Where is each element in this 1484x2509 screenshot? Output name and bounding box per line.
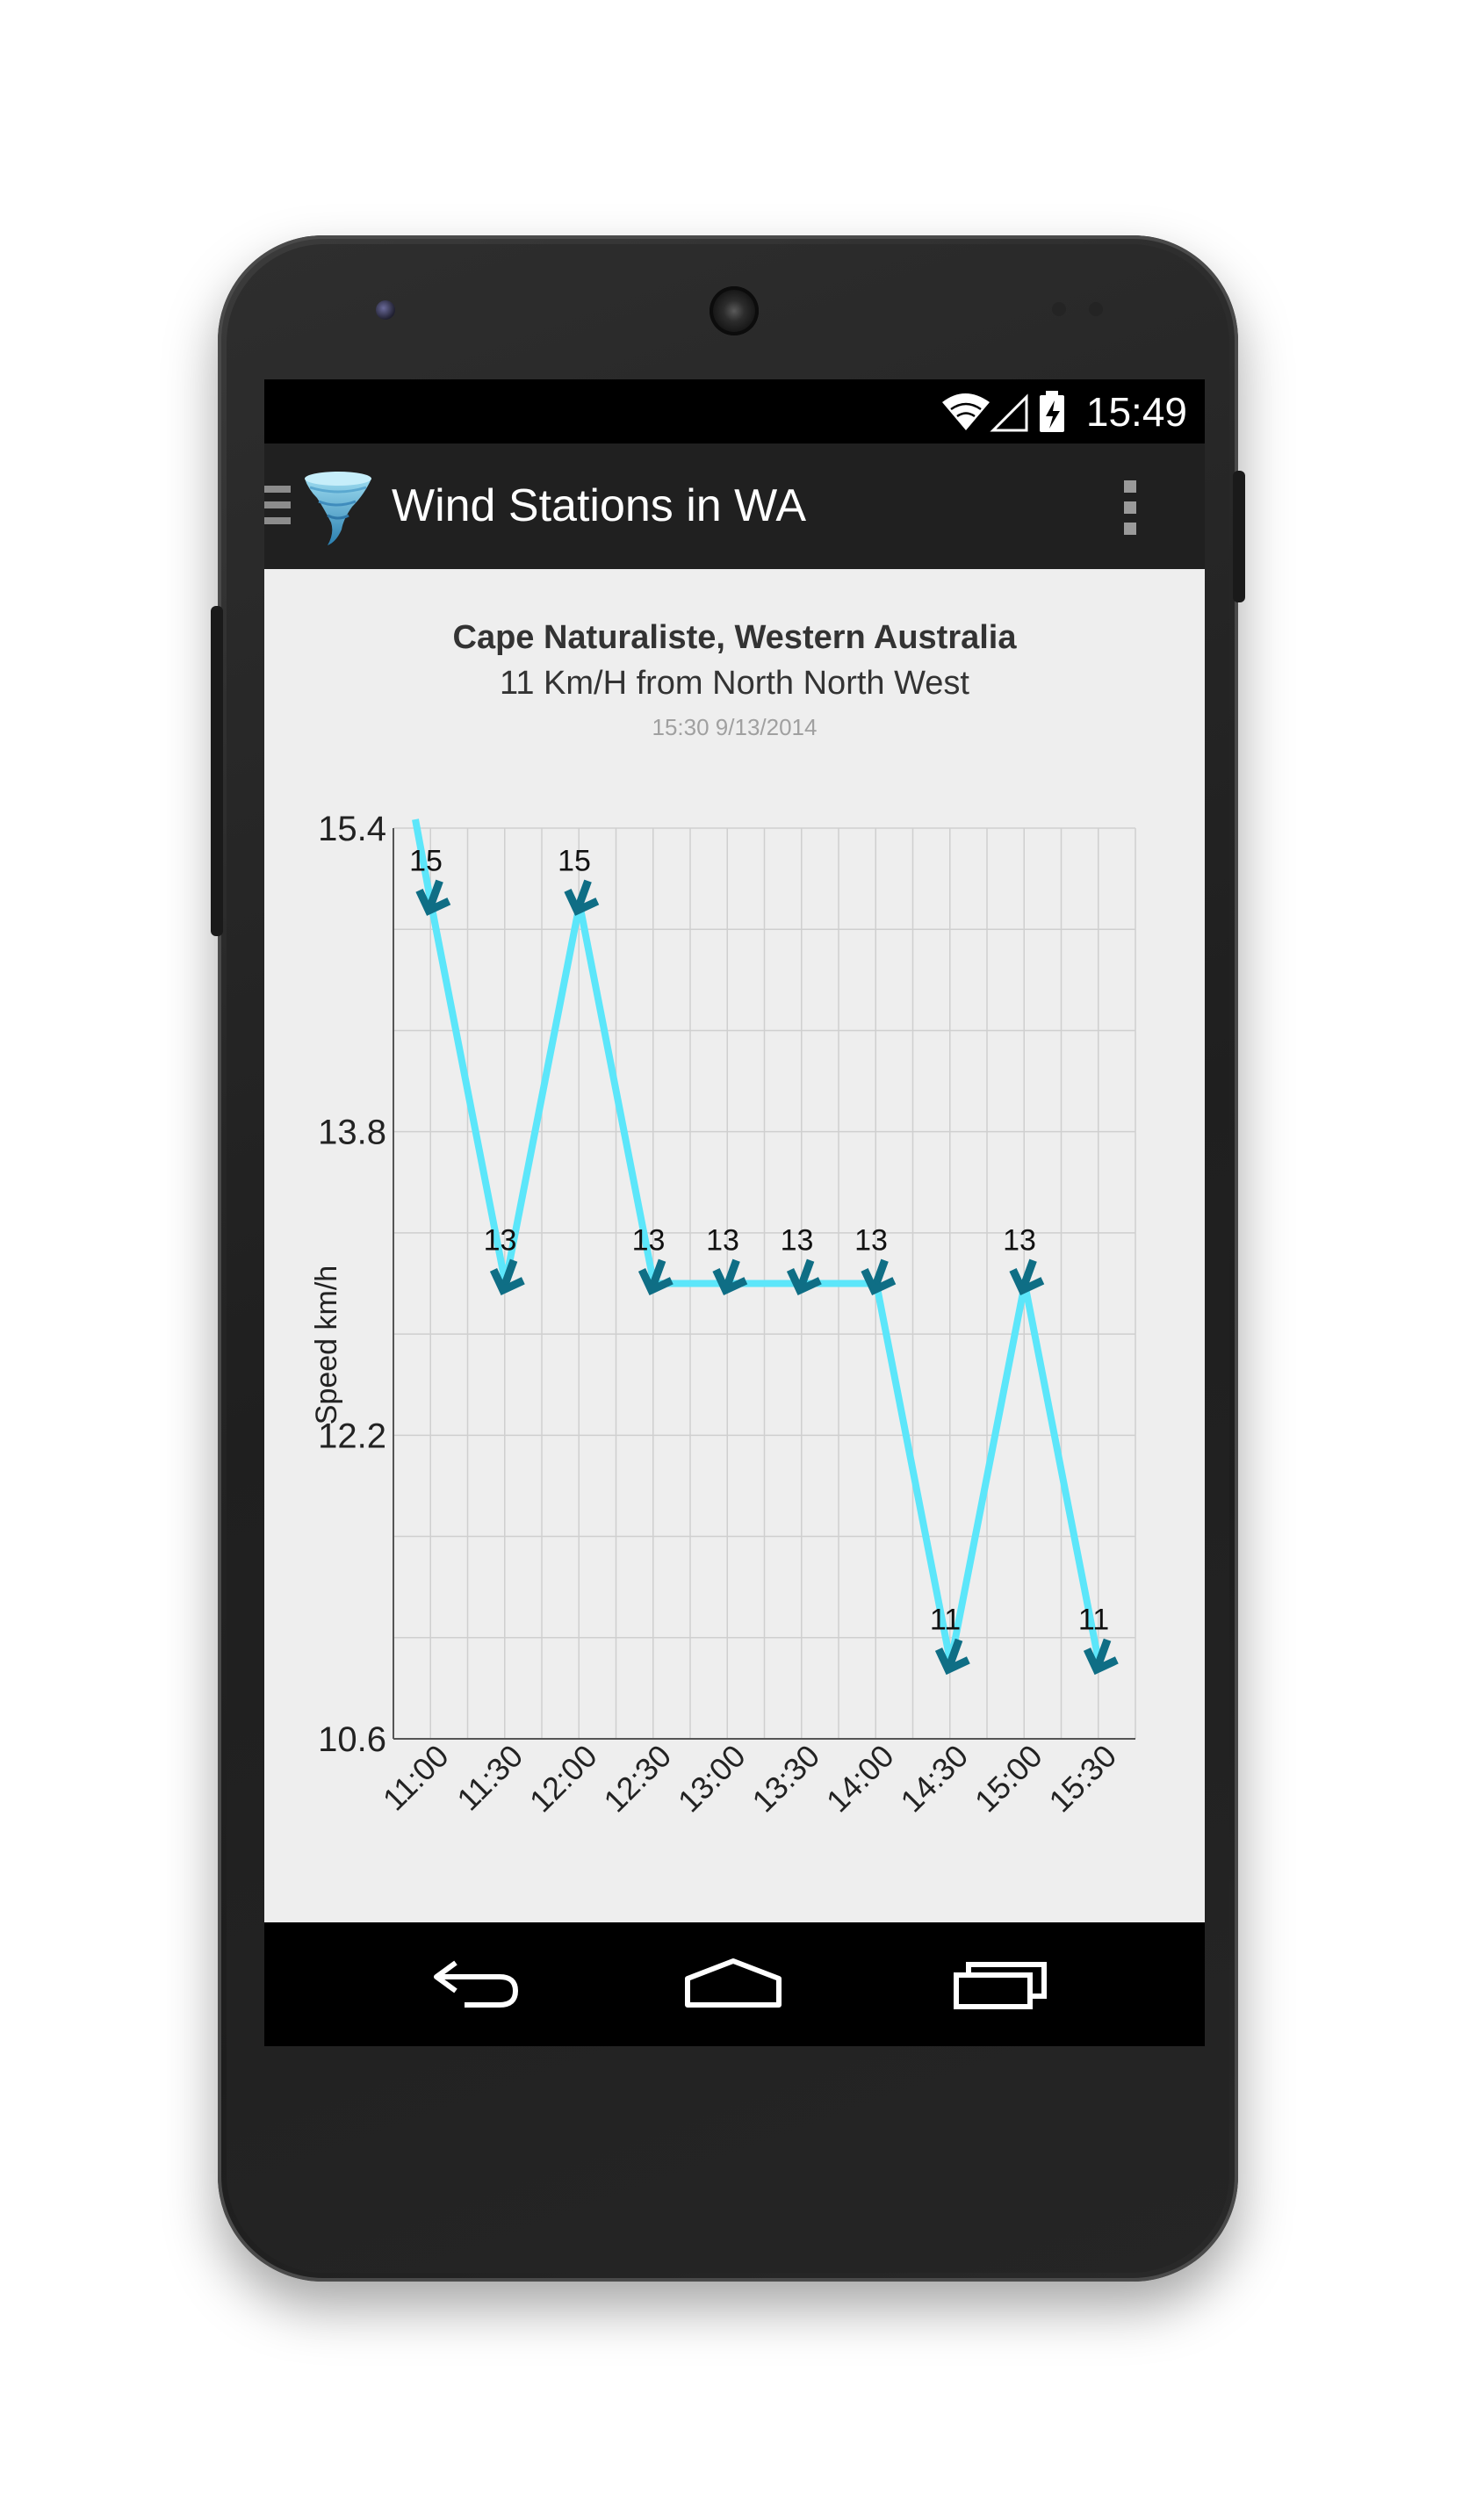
app-title: Wind Stations in WA [392,480,807,531]
data-label: 13 [706,1224,739,1258]
y-tick-label: 13.8 [318,1114,386,1152]
x-tick-label: 14:30 [893,1738,975,1820]
data-label: 13 [1003,1224,1036,1258]
x-tick-label: 13:30 [745,1738,826,1820]
wind-arrow-marker [712,1258,748,1295]
proximity-sensor [1052,302,1066,316]
data-label: 13 [632,1224,666,1258]
battery-charging-icon [1040,391,1064,432]
x-tick-label: 15:00 [968,1738,1049,1820]
y-tick-label: 15.4 [318,810,386,848]
wind-arrow-marker [1009,1258,1045,1295]
x-tick-label: 15:30 [1041,1738,1123,1820]
volume-button [211,606,223,936]
wind-speed-chart: 15.413.812.210.6Speed km/h11:0011:3012:0… [310,810,1136,1820]
status-icons [940,390,1099,438]
wind-arrow-marker [861,1258,897,1295]
x-tick-label: 12:30 [596,1738,678,1820]
status-clock: 15:49 [1085,389,1187,435]
recent-apps-icon[interactable] [953,1957,1051,2015]
y-tick-label: 10.6 [318,1720,386,1759]
x-tick-label: 14:00 [819,1738,901,1820]
action-bar: Wind Stations in WA [264,443,1205,569]
x-tick-label: 12:00 [522,1738,604,1820]
overflow-menu-icon[interactable] [1121,479,1139,541]
x-tick-label: 11:00 [376,1738,456,1818]
y-axis-title: Speed km/h [310,1265,343,1424]
wind-arrow-marker [564,879,600,916]
home-icon[interactable] [684,1957,782,2015]
wind-arrow-marker [1083,1638,1119,1676]
tornado-logo-icon[interactable] [301,468,375,553]
wind-arrow-marker [415,879,451,916]
x-tick-label: 13:00 [671,1738,753,1820]
wifi-icon [942,393,990,430]
data-label: 11 [930,1604,961,1637]
station-detail: Cape Naturaliste, Western Australia 11 K… [264,569,1205,1922]
wind-arrow-marker [638,1258,674,1295]
navigation-bar [264,1922,1205,2046]
screen: 15:49 Wind Stations in WA Cape Naturalis… [264,379,1205,2046]
wind-arrow-marker [786,1258,822,1295]
earpiece-speaker [710,286,759,335]
data-label: 13 [854,1224,888,1258]
front-camera [376,300,395,320]
data-label: 13 [484,1224,517,1258]
light-sensor [1089,302,1103,316]
drawer-menu-icon[interactable] [264,486,292,530]
data-label: 15 [558,844,591,877]
status-bar: 15:49 [264,379,1205,443]
power-button [1233,471,1245,602]
cell-signal-icon [990,393,1028,432]
data-label: 15 [409,844,443,877]
x-tick-label: 11:30 [450,1738,529,1818]
back-icon[interactable] [429,1957,522,2015]
data-label: 11 [1078,1604,1109,1637]
data-label: 13 [781,1224,814,1258]
